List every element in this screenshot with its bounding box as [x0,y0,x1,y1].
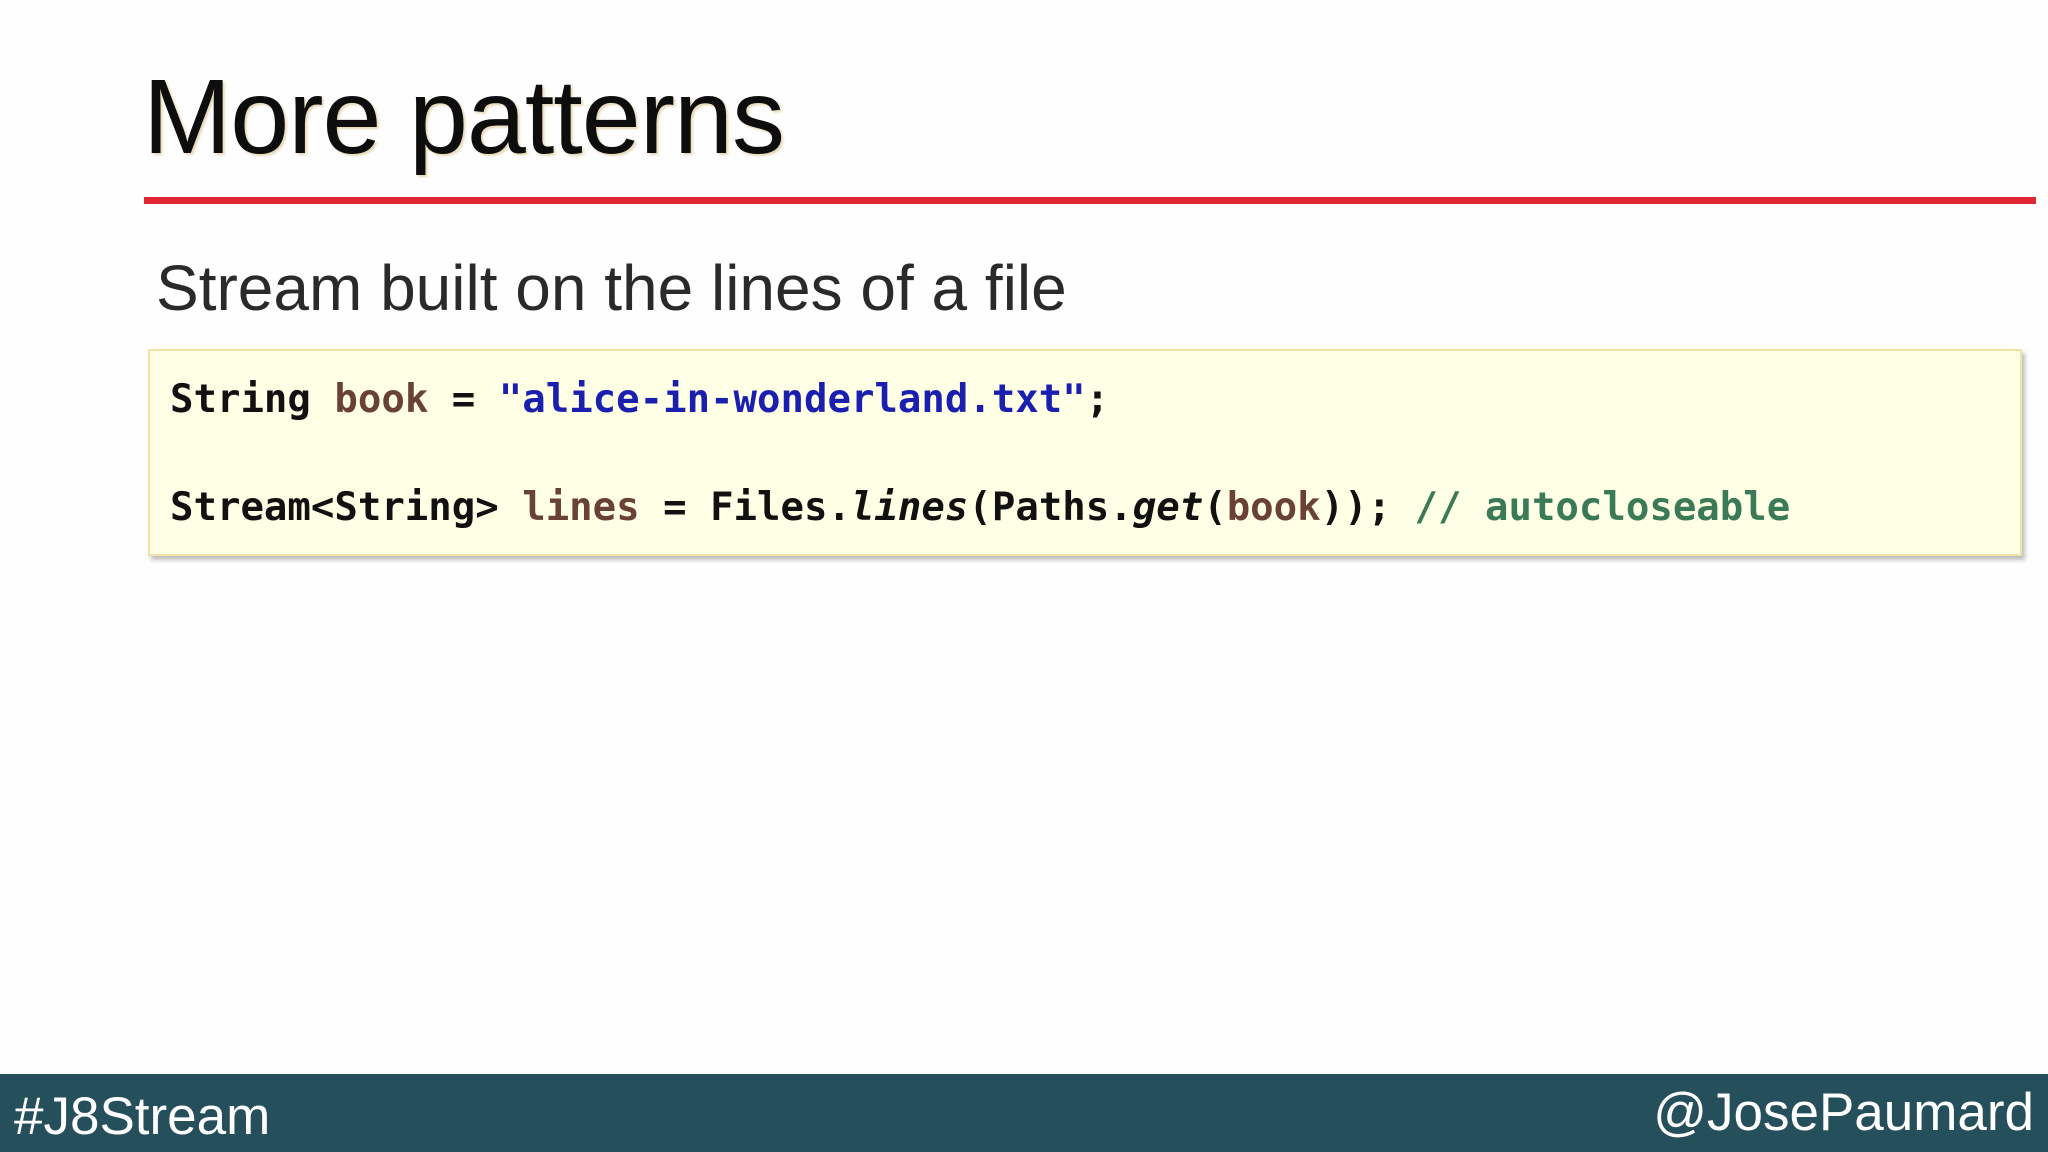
code-comment: // autocloseable [1414,485,1791,530]
code-punctuation: ( [1203,485,1227,530]
code-punctuation: )); [1320,485,1392,530]
footer-handle: @JosePaumard [1653,1083,2034,1142]
code-operator: = [663,485,687,530]
code-variable: book [1226,485,1321,530]
code-method: get [1132,485,1204,530]
code-class: Files [710,485,828,530]
code-block: String book = "alice-in-wonderland.txt";… [148,349,2022,556]
code-variable: book [334,377,429,422]
code-line: String book = "alice-in-wonderland.txt"; [170,375,1109,425]
code-class: Paths [991,485,1110,530]
code-punctuation: . [827,485,851,530]
footer-bar: #J8Stream @JosePaumard [0,1074,2048,1152]
slide-subtitle: Stream built on the lines of a file [156,252,1067,324]
code-string-literal: "alice-in-wonderland.txt" [498,377,1086,422]
title-divider [144,197,2036,204]
code-operator: = [451,377,476,422]
code-punctuation: . [1109,485,1133,530]
code-variable: lines [522,485,640,530]
code-method: lines [850,485,969,530]
footer-hashtag: #J8Stream [14,1087,271,1146]
code-type: Stream<String> [170,485,499,530]
code-punctuation: ( [968,485,992,530]
code-line: Stream<String> lines = Files.lines(Paths… [170,483,1790,533]
code-punctuation: ; [1085,377,1110,422]
code-type: String [170,377,311,422]
slide-title: More patterns [143,58,785,176]
